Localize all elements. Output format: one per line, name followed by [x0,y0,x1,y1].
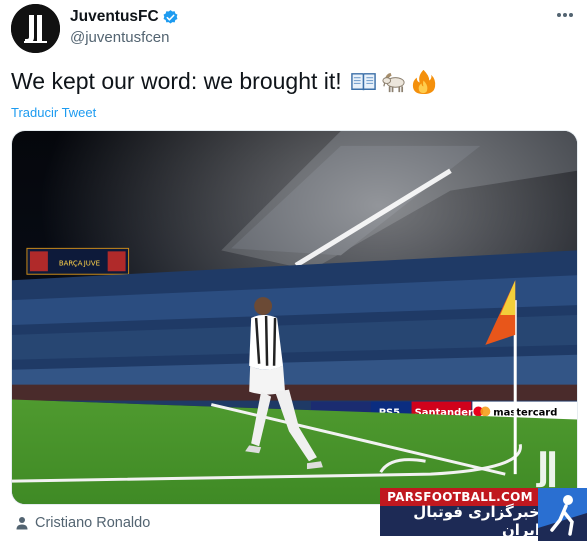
tagged-people[interactable]: Cristiano Ronaldo [15,515,150,531]
open-book-icon [350,68,377,95]
avatar[interactable] [11,4,60,53]
stadium-photo: BARÇA JUVE PS5 Santander mastercard [12,131,577,504]
translate-tweet-link[interactable]: Traducir Tweet [11,105,96,120]
tweet-text-content: We kept our word: we brought it! [11,68,342,94]
tweet-photo[interactable]: BARÇA JUVE PS5 Santander mastercard [11,130,578,505]
person-icon [16,517,28,530]
ad-board-mastercard: mastercard [493,407,557,418]
scoreboard-left: BARÇA [59,259,83,267]
handle[interactable]: @juventusfcen [70,29,179,46]
more-options-icon[interactable] [555,10,575,20]
verified-badge-icon [163,9,178,24]
tweet-text: We kept our word: we brought it! [11,68,437,95]
tweet: JuventusFC @juventusfcen We kept our wor… [0,0,587,541]
display-name-text: JuventusFC [70,8,159,25]
fire-icon [410,68,437,95]
display-name[interactable]: JuventusFC [70,8,179,26]
juventus-logo-icon [11,4,60,53]
author-block[interactable]: JuventusFC @juventusfcen [70,8,179,46]
watermark: PARSFOOTBALL.COM خبرگزاری فوتبال ایران [380,488,587,541]
scoreboard-right: JUVE [83,259,100,267]
watermark-tagline: خبرگزاری فوتبال ایران [380,503,540,539]
watermark-logo-icon [538,488,587,541]
tagged-person-name: Cristiano Ronaldo [35,515,151,531]
goat-icon [380,68,407,95]
